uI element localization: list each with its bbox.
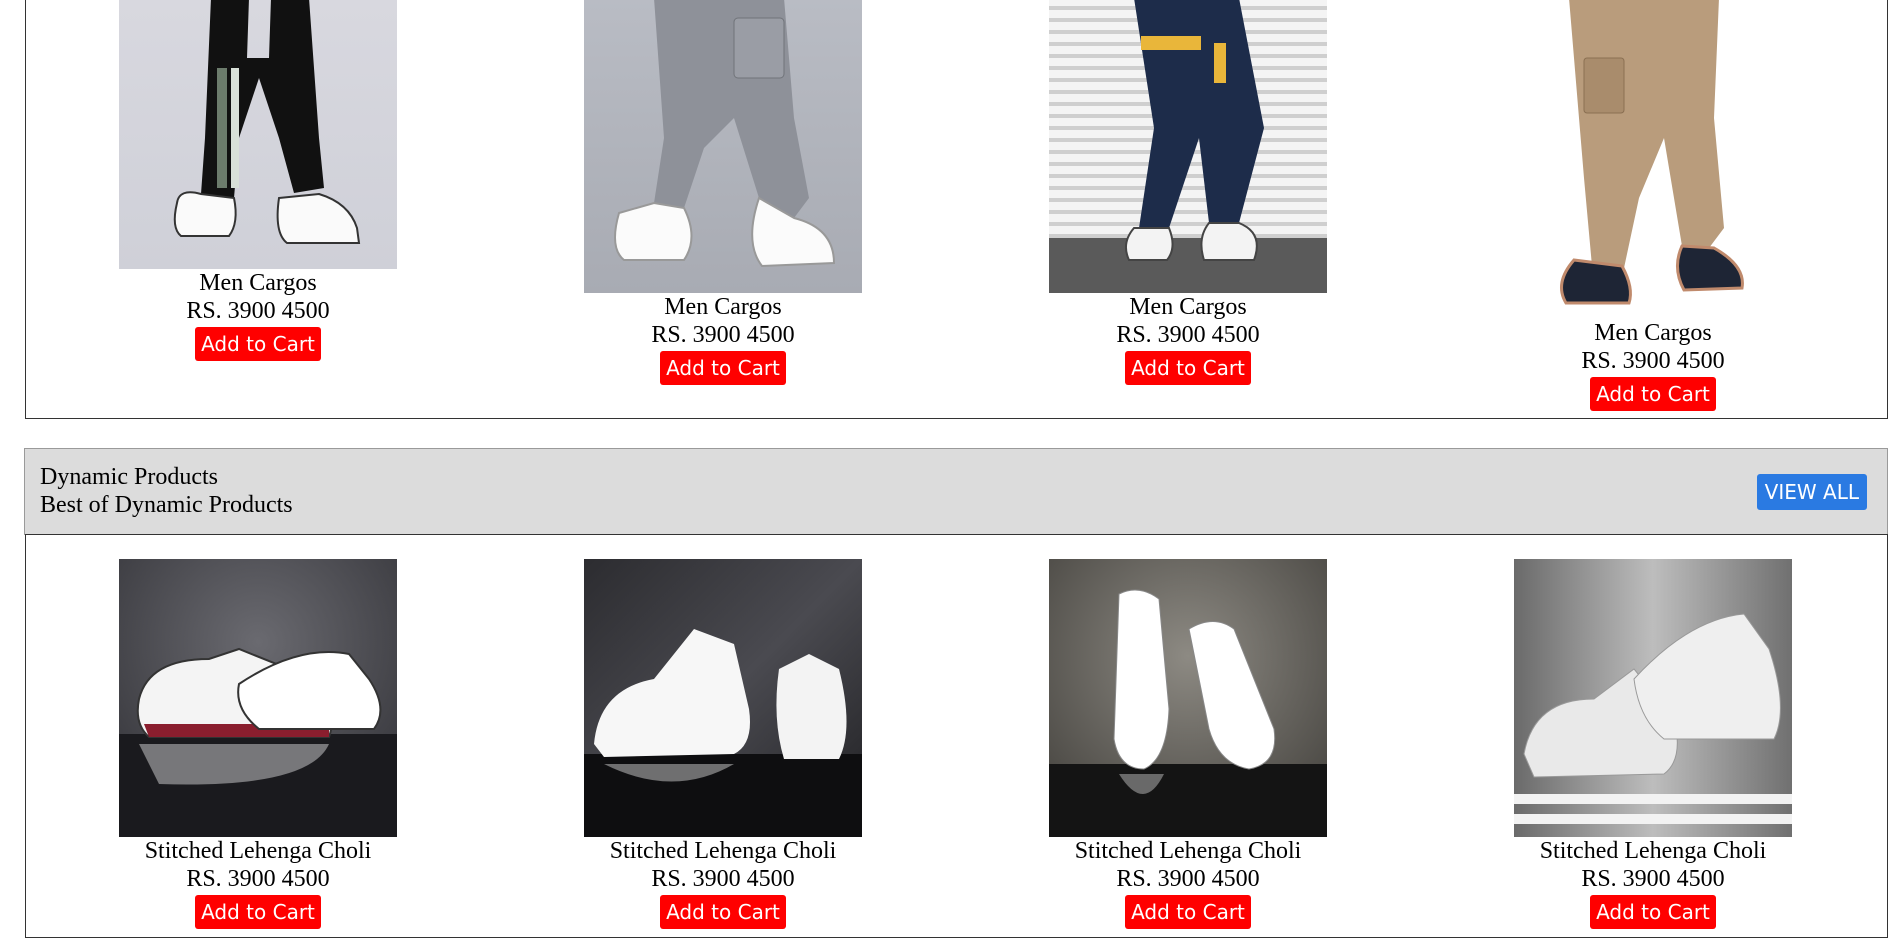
add-to-cart-button[interactable]: Add to Cart	[660, 895, 786, 929]
product-image[interactable]	[1049, 559, 1327, 837]
product-card[interactable]: Stitched Lehenga Choli RS. 3900 4500 Add…	[1514, 559, 1792, 929]
product-price: RS. 3900 4500	[186, 298, 330, 324]
product-grid-cargos: Men Cargos RS. 3900 4500 Add to Cart Men…	[25, 0, 1888, 419]
product-card[interactable]: Men Cargos RS. 3900 4500 Add to Cart	[1049, 0, 1327, 385]
product-price: RS. 3900 4500	[1116, 866, 1260, 892]
product-price: RS. 3900 4500	[651, 322, 795, 348]
add-to-cart-button[interactable]: Add to Cart	[1590, 377, 1716, 411]
product-image[interactable]	[119, 559, 397, 837]
product-card[interactable]: Men Cargos RS. 3900 4500 Add to Cart	[1514, 0, 1792, 411]
product-card[interactable]: Men Cargos RS. 3900 4500 Add to Cart	[119, 0, 397, 361]
section-header: Dynamic Products Best of Dynamic Product…	[24, 448, 1888, 535]
product-name[interactable]: Stitched Lehenga Choli	[584, 837, 862, 865]
product-image[interactable]	[1514, 559, 1792, 837]
product-name[interactable]: Stitched Lehenga Choli	[1514, 837, 1792, 865]
product-image[interactable]	[584, 559, 862, 837]
product-name[interactable]: Stitched Lehenga Choli	[119, 837, 397, 865]
product-name[interactable]: Men Cargos	[584, 293, 862, 321]
add-to-cart-button[interactable]: Add to Cart	[1590, 895, 1716, 929]
section-title: Dynamic Products	[40, 464, 218, 490]
view-all-button[interactable]: VIEW ALL	[1756, 474, 1867, 510]
product-price: RS. 3900 4500	[186, 866, 330, 892]
add-to-cart-button[interactable]: Add to Cart	[195, 895, 321, 929]
add-to-cart-button[interactable]: Add to Cart	[660, 351, 786, 385]
product-card[interactable]: Stitched Lehenga Choli RS. 3900 4500 Add…	[1049, 559, 1327, 929]
add-to-cart-button[interactable]: Add to Cart	[1125, 351, 1251, 385]
section-subtitle: Best of Dynamic Products	[40, 492, 293, 518]
product-card[interactable]: Stitched Lehenga Choli RS. 3900 4500 Add…	[584, 559, 862, 929]
product-card[interactable]: Men Cargos RS. 3900 4500 Add to Cart	[584, 0, 862, 385]
product-price: RS. 3900 4500	[651, 866, 795, 892]
product-image[interactable]	[584, 0, 862, 293]
product-name[interactable]: Men Cargos	[1049, 293, 1327, 321]
product-price: RS. 3900 4500	[1116, 322, 1260, 348]
add-to-cart-button[interactable]: Add to Cart	[1125, 895, 1251, 929]
product-grid-dynamic: Stitched Lehenga Choli RS. 3900 4500 Add…	[25, 534, 1888, 938]
product-card[interactable]: Stitched Lehenga Choli RS. 3900 4500 Add…	[119, 559, 397, 929]
product-image[interactable]	[1049, 0, 1327, 293]
product-name[interactable]: Stitched Lehenga Choli	[1049, 837, 1327, 865]
add-to-cart-button[interactable]: Add to Cart	[195, 327, 321, 361]
product-price: RS. 3900 4500	[1581, 866, 1725, 892]
product-image[interactable]	[119, 0, 397, 269]
product-image[interactable]	[1514, 0, 1792, 319]
product-name[interactable]: Men Cargos	[119, 269, 397, 297]
product-price: RS. 3900 4500	[1581, 348, 1725, 374]
product-name[interactable]: Men Cargos	[1514, 319, 1792, 347]
